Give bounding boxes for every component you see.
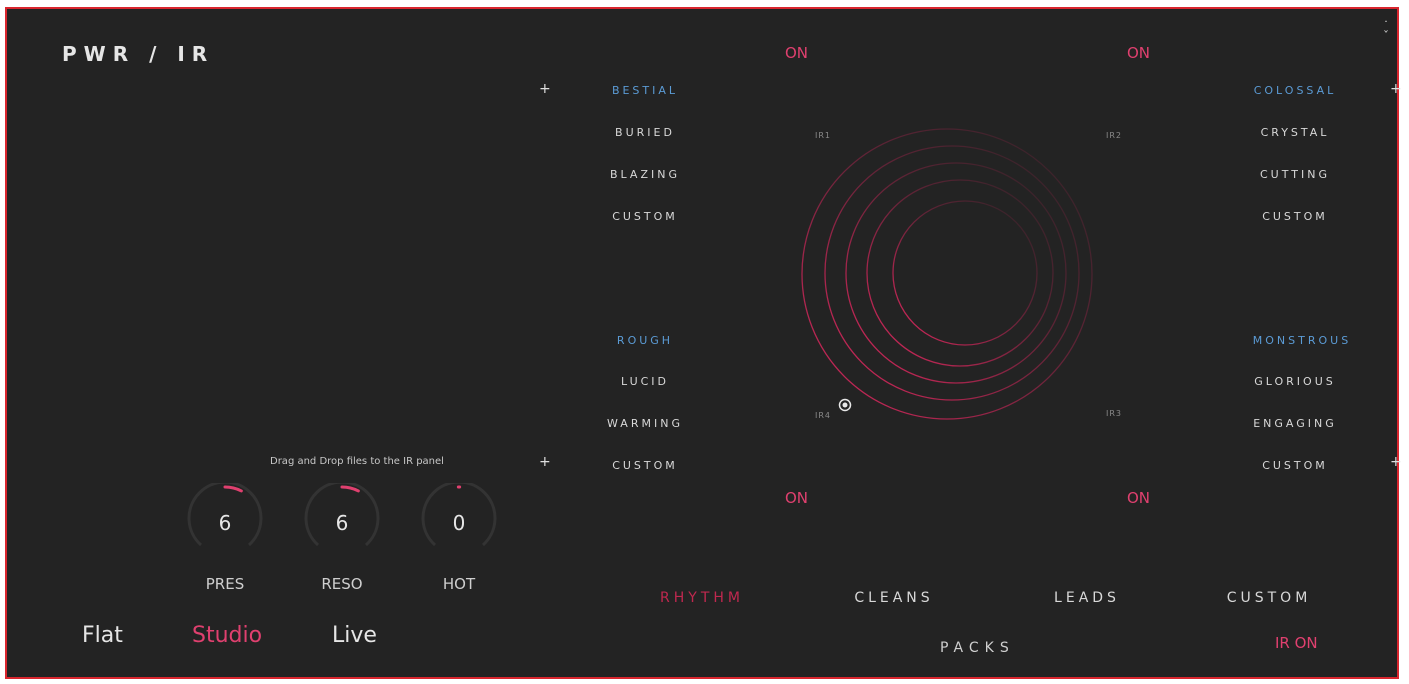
ir1-on-toggle[interactable]: ON	[785, 44, 808, 62]
knob-level-arc	[223, 485, 243, 493]
add-ir-bottom-left-button[interactable]: +	[539, 454, 551, 470]
plugin-window: PWR / IR ˙ ˇ ON ON ON ON + + + + BESTIAL …	[5, 7, 1402, 679]
pack-tab-leads[interactable]: LEADS	[1007, 590, 1167, 606]
bank-category-monstrous[interactable]: MONSTROUS	[1232, 334, 1372, 347]
bank-category-colossal[interactable]: COLOSSAL	[1225, 84, 1365, 97]
pack-tab-custom[interactable]: CUSTOM	[1189, 590, 1349, 606]
ir-option-warming[interactable]: WARMING	[575, 417, 715, 430]
knob-level-arc	[340, 485, 360, 493]
bank-category-rough[interactable]: ROUGH	[575, 334, 715, 347]
ir-blend-ring	[866, 179, 1054, 367]
ir-option-engaging[interactable]: ENGAGING	[1225, 417, 1365, 430]
ir-on-toggle[interactable]: IR ON	[1275, 634, 1318, 652]
plugin-title: PWR / IR	[62, 42, 215, 66]
ir1-label: IR1	[815, 131, 832, 140]
ir2-label: IR2	[1106, 131, 1123, 140]
ir2-on-toggle[interactable]: ON	[1127, 44, 1150, 62]
ir-option-crystal[interactable]: CRYSTAL	[1225, 126, 1365, 139]
hot-value: 0	[452, 511, 466, 535]
mode-flat-button[interactable]: Flat	[82, 623, 123, 648]
mode-studio-button[interactable]: Studio	[192, 623, 262, 648]
ir-option-lucid[interactable]: LUCID	[575, 375, 715, 388]
drag-drop-hint: Drag and Drop files to the IR panel	[270, 456, 444, 467]
pres-value: 6	[218, 511, 232, 535]
collapse-chevrons-icon[interactable]: ˙ ˇ	[1383, 20, 1389, 42]
ir3-label: IR3	[1106, 409, 1123, 418]
ir3-on-toggle[interactable]: ON	[1127, 489, 1150, 507]
pack-tab-cleans[interactable]: CLEANS	[814, 590, 974, 606]
pres-label: PRES	[205, 575, 245, 593]
ir-option-buried[interactable]: BURIED	[575, 126, 715, 139]
pack-tab-rhythm[interactable]: RHYTHM	[622, 590, 782, 606]
hot-knob[interactable]: 0	[419, 480, 499, 563]
ir4-on-toggle[interactable]: ON	[785, 489, 808, 507]
hot-label: HOT	[442, 575, 476, 593]
ir-option-custom[interactable]: CUSTOM	[1225, 459, 1365, 472]
ir-option-custom[interactable]: CUSTOM	[1225, 210, 1365, 223]
add-ir-top-left-button[interactable]: +	[539, 81, 551, 97]
ir-blend-ring	[845, 162, 1067, 384]
ir4-label: IR4	[815, 411, 832, 420]
ir-option-glorious[interactable]: GLORIOUS	[1225, 375, 1365, 388]
ir-blend-ring	[824, 145, 1080, 401]
add-ir-top-right-button[interactable]: +	[1390, 81, 1402, 97]
ir-blend-ring	[892, 200, 1038, 346]
bank-category-bestial[interactable]: BESTIAL	[575, 84, 715, 97]
ir-option-custom[interactable]: CUSTOM	[575, 210, 715, 223]
add-ir-bottom-right-button[interactable]: +	[1390, 454, 1402, 470]
packs-label: PACKS	[940, 640, 1015, 656]
mix-handle-dot[interactable]	[842, 402, 848, 408]
ir-option-cutting[interactable]: CUTTING	[1225, 168, 1365, 181]
pres-knob[interactable]: 6	[185, 480, 265, 563]
ir-option-blazing[interactable]: BLAZING	[575, 168, 715, 181]
reso-value: 6	[335, 511, 349, 535]
ir-option-custom[interactable]: CUSTOM	[575, 459, 715, 472]
mode-live-button[interactable]: Live	[332, 623, 377, 648]
reso-label: RESO	[321, 575, 363, 593]
reso-knob[interactable]: 6	[302, 480, 382, 563]
